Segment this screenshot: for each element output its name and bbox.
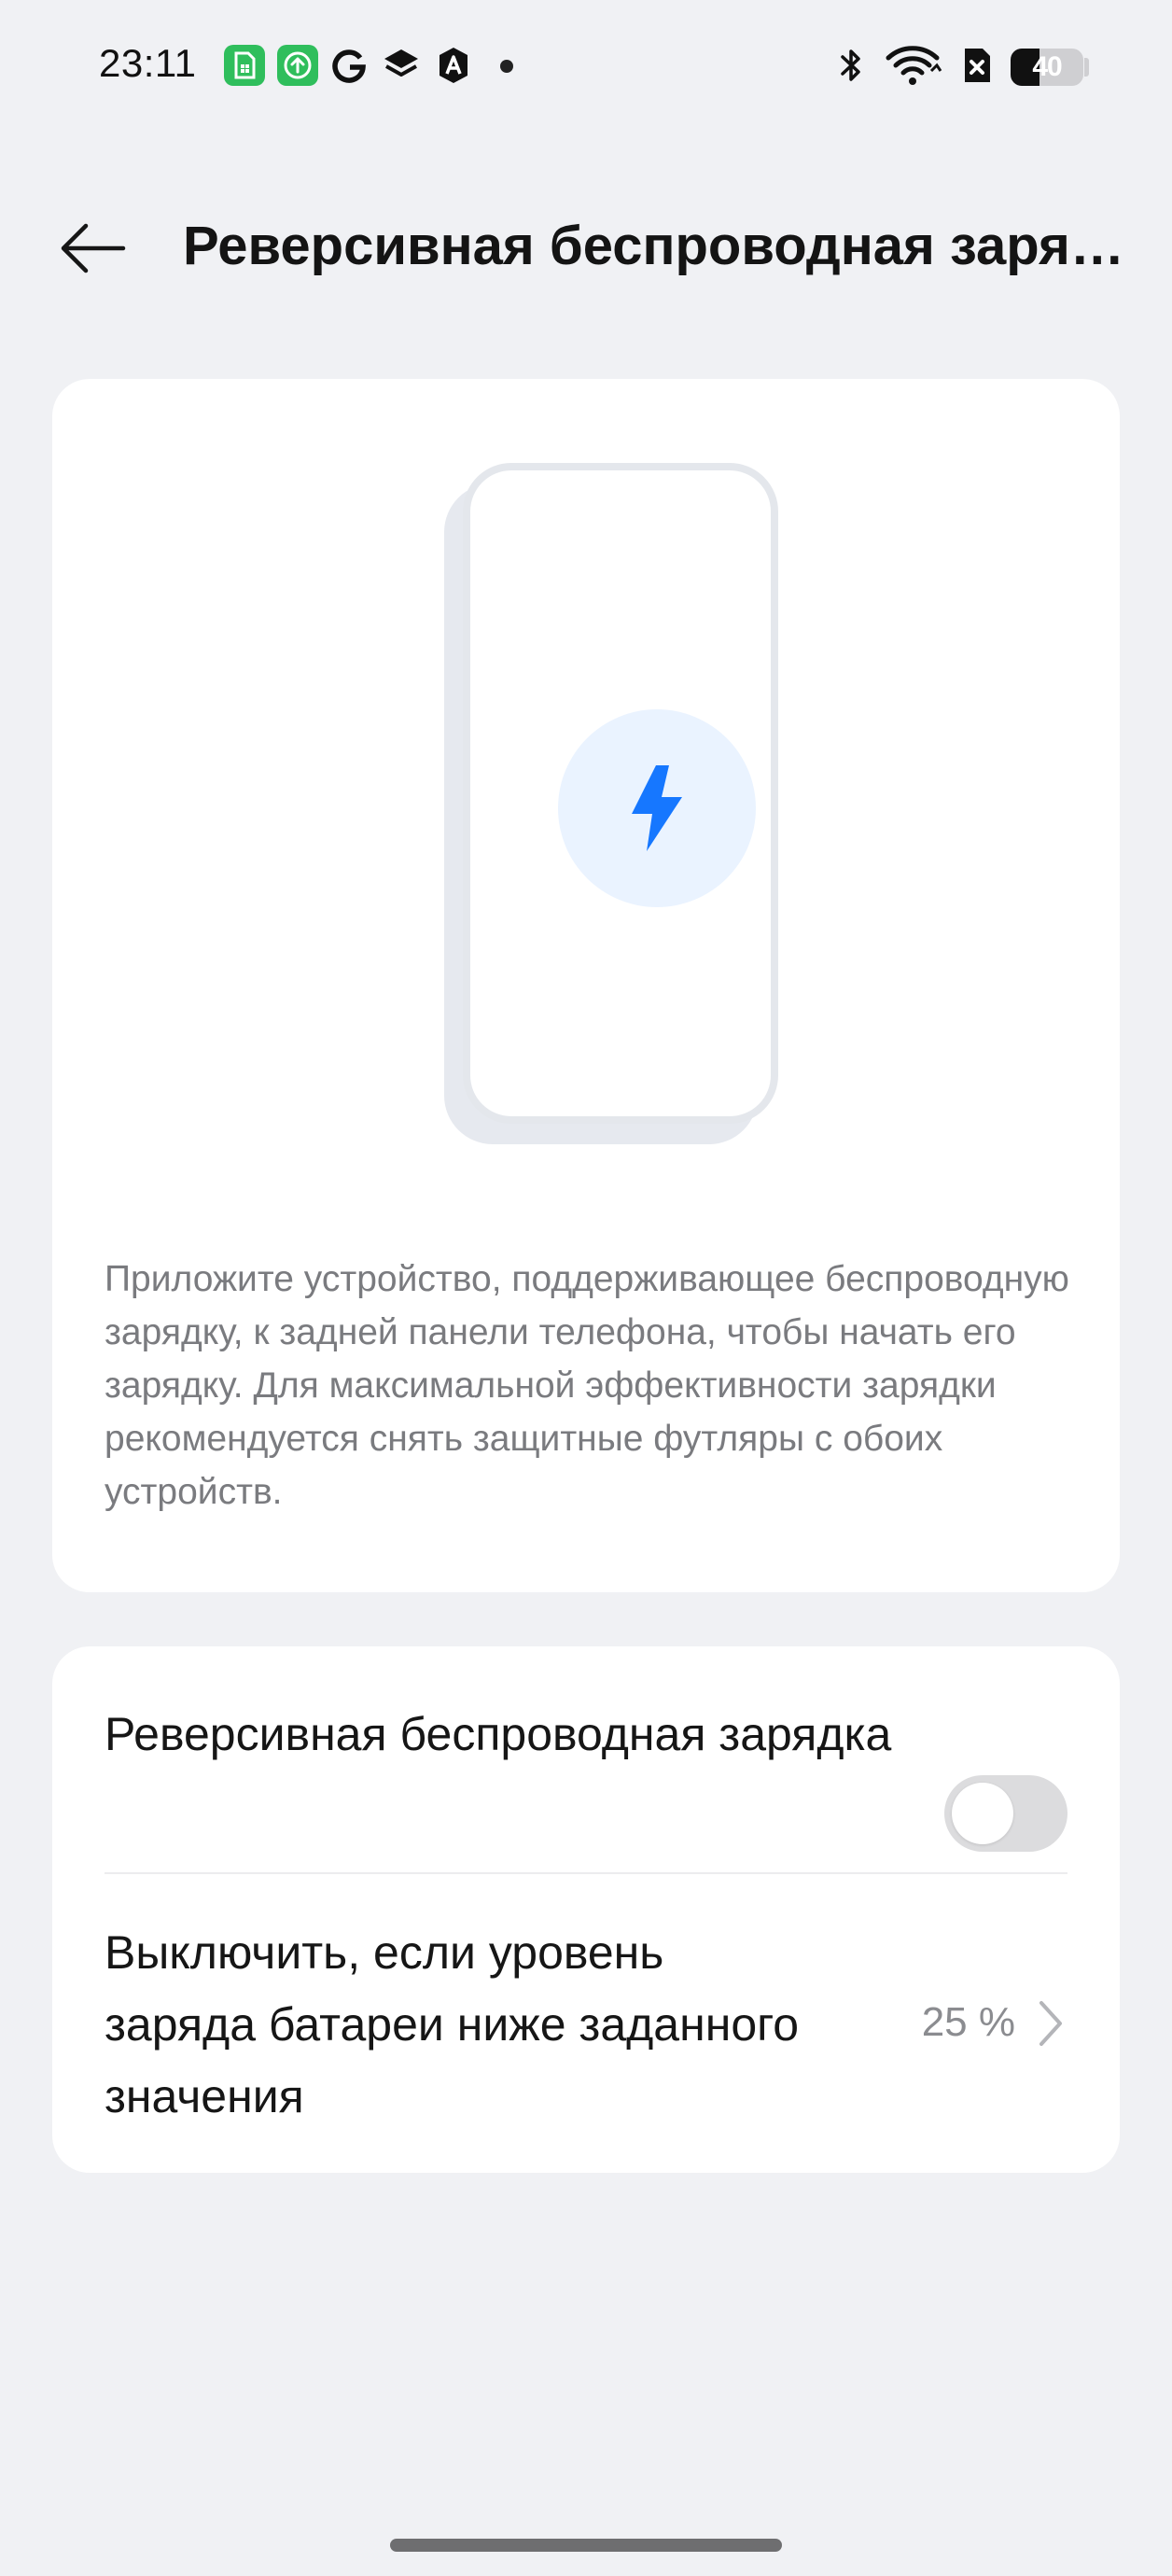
phone-illustration [426, 463, 799, 1182]
battery-threshold-value: 25 % [921, 1999, 1015, 2045]
notification-dot [500, 60, 513, 73]
arrow-left-icon [61, 223, 126, 273]
hero-description: Приложите устройство, поддерживающее бес… [105, 1259, 1069, 1512]
reverse-charging-toggle[interactable] [944, 1775, 1067, 1852]
reverse-charging-label: Реверсивная беспроводная зарядка [105, 1708, 892, 1760]
status-bar: 23:11 40 [0, 0, 1172, 131]
battery-icon: 40 [1011, 49, 1083, 86]
info-card: Приложите устройство, поддерживающее бес… [52, 379, 1120, 1592]
bluetooth-icon [830, 45, 872, 86]
layers-icon [381, 45, 422, 86]
battery-threshold-label: Выключить, если уровень заряда батареи н… [105, 1926, 800, 2122]
lightning-bolt-icon [632, 765, 682, 851]
charge-circle [558, 709, 756, 907]
wifi-icon [885, 45, 942, 86]
sim-app-icon [224, 45, 265, 86]
battery-level: 40 [1032, 51, 1062, 82]
autonomous-app-icon [433, 45, 474, 86]
upload-app-icon [277, 45, 318, 86]
battery-threshold-row[interactable]: Выключить, если уровень заряда батареи н… [105, 1917, 1067, 2141]
home-indicator[interactable] [390, 2539, 782, 2552]
google-icon [328, 45, 370, 86]
chevron-right-icon [1039, 2001, 1062, 2046]
battery-cap [1084, 58, 1089, 77]
app-header: Реверсивная беспроводная зарядка [0, 187, 1172, 308]
status-time: 23:11 [99, 41, 197, 85]
reverse-charging-row[interactable]: Реверсивная беспроводная зарядка [105, 1699, 1067, 1859]
no-signal-sim-icon [957, 45, 998, 86]
back-button[interactable] [45, 211, 138, 286]
phone-illustration-front [463, 463, 778, 1124]
divider [105, 1872, 1067, 1874]
toggle-knob [952, 1783, 1013, 1844]
page-title: Реверсивная беспроводная зарядка [183, 216, 1125, 276]
settings-card: Реверсивная беспроводная зарядка Выключи… [52, 1646, 1120, 2173]
